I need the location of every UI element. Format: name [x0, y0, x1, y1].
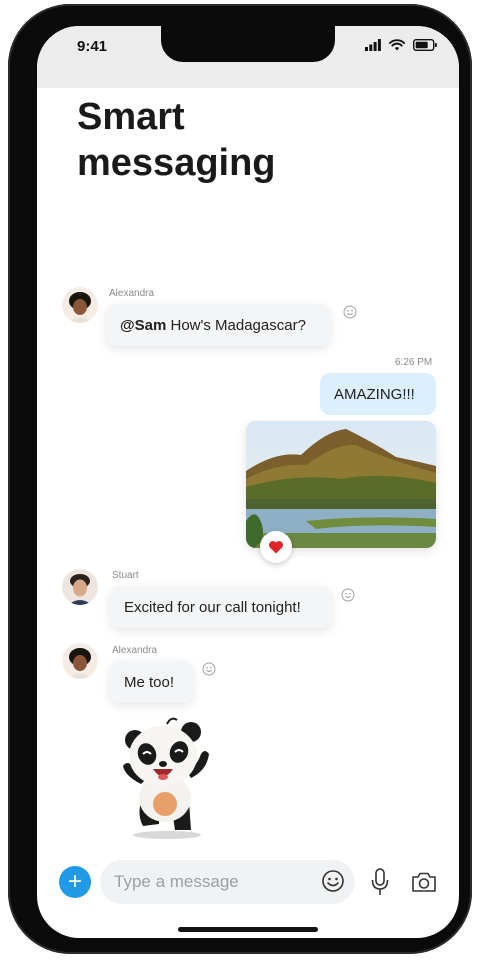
plus-icon: + [67, 868, 82, 895]
status-time: 9:41 [77, 38, 108, 55]
add-reaction-icon[interactable] [343, 305, 357, 319]
heart-icon [268, 541, 284, 554]
message-bubble[interactable]: Excited for our call tonight! [110, 586, 332, 628]
camera-notch [161, 26, 335, 62]
avatar-stuart[interactable] [62, 569, 98, 605]
panda-sticker[interactable] [113, 714, 219, 842]
message-bubble[interactable]: Me too! [110, 661, 193, 703]
sender-name: Alexandra [109, 288, 155, 299]
add-attachment-button[interactable]: + [59, 866, 91, 898]
heart-reaction-badge[interactable] [260, 531, 292, 563]
sender-name: Stuart [112, 570, 139, 581]
outgoing-message-bubble[interactable]: AMAZING!!! [320, 373, 436, 415]
add-reaction-icon[interactable] [202, 662, 216, 676]
message-input[interactable] [100, 860, 355, 904]
headline-line-2: messaging [77, 142, 276, 184]
status-icons [365, 39, 437, 51]
sender-name: Alexandra [112, 645, 158, 656]
microphone-icon[interactable] [370, 868, 390, 896]
headline-line-1: Smart [77, 96, 185, 138]
page-title: Smart messaging [77, 94, 276, 186]
status-bar: 9:41 [37, 26, 459, 88]
cellular-signal-icon [365, 39, 381, 51]
phone-frame: 9:41 Smart messaging Alexandra @Sam How'… [8, 4, 472, 954]
wifi-icon [389, 39, 405, 51]
message-text: How's Madagascar? [166, 316, 306, 334]
message-text: AMAZING!!! [334, 385, 415, 403]
phone-screen: 9:41 Smart messaging Alexandra @Sam How'… [37, 26, 459, 938]
shared-landscape-photo[interactable] [246, 421, 436, 548]
mention-tag[interactable]: @Sam [120, 317, 166, 334]
message-text: Me too! [124, 673, 175, 691]
message-bubble[interactable]: @Sam How's Madagascar? [106, 304, 330, 346]
battery-icon [413, 39, 437, 51]
message-timestamp: 6:26 PM [395, 357, 433, 368]
message-text: Excited for our call tonight! [124, 598, 301, 616]
emoji-icon[interactable] [321, 869, 345, 893]
home-indicator[interactable] [178, 927, 318, 932]
avatar-alexandra[interactable] [62, 287, 98, 323]
camera-icon[interactable] [411, 871, 437, 893]
add-reaction-icon[interactable] [341, 588, 355, 602]
avatar-alexandra[interactable] [62, 643, 98, 679]
message-composer: + [37, 854, 459, 914]
